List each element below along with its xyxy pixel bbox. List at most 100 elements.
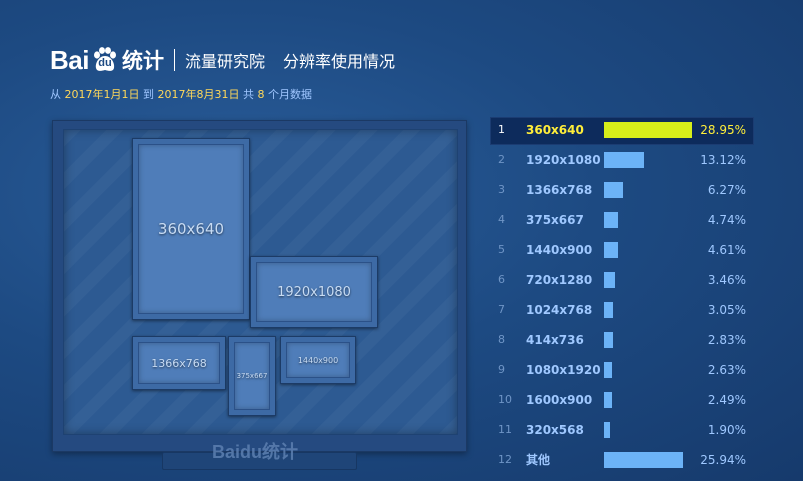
share-percent: 25.94% [700,453,746,467]
share-percent: 1.90% [707,423,746,437]
bar-track [604,122,692,138]
date-range: 从 2017年1月1日 到 2017年8月31日 共 8 个月数据 [50,86,312,102]
window-label: 375x667 [236,372,268,380]
header-divider [173,49,175,71]
ranking-row: 1 360x640 28.95% [488,115,784,145]
resolution-label: 1920x1080 [526,153,601,167]
resolution-label: 1600x900 [526,393,593,407]
resolution-label: 320x568 [526,423,584,437]
ranking-row: 7 1024x768 3.05% [488,295,784,325]
resolution-label: 720x1280 [526,273,593,287]
baidu-paw-icon: du [91,47,119,73]
share-percent: 6.27% [707,183,746,197]
baidu-watermark: Baidu统计 [212,442,299,462]
share-percent: 2.63% [707,363,746,377]
date-from-label: 从 [50,88,61,101]
rank-number: 3 [498,183,505,196]
rank-number: 11 [498,423,512,436]
share-percent: 4.74% [707,213,746,227]
rank-number: 10 [498,393,512,406]
share-bar [604,422,610,438]
window-label: 1366x768 [151,356,207,370]
window-1440x900: 1440x900 [280,336,356,384]
bar-track [604,182,692,198]
share-bar [604,212,618,228]
share-percent: 13.12% [700,153,746,167]
rank-number: 12 [498,453,512,466]
rank-number: 2 [498,153,505,166]
date-end: 2017年8月31日 [157,88,240,101]
share-bar [604,152,644,168]
rank-number: 6 [498,273,505,286]
bar-track [604,152,692,168]
share-bar [604,302,613,318]
share-percent: 3.05% [707,303,746,317]
resolution-label: 1080x1920 [526,363,601,377]
share-bar [604,392,612,408]
months-suffix: 个月数据 [268,88,312,101]
ranking-row: 6 720x1280 3.46% [488,265,784,295]
ranking-row: 10 1600x900 2.49% [488,385,784,415]
share-bar [604,452,683,468]
bar-track [604,302,692,318]
rank-number: 7 [498,303,505,316]
rank-number: 1 [498,123,505,136]
resolution-label: 360x640 [526,123,584,137]
baidu-du-text: du [98,57,112,69]
resolution-label: 414x736 [526,333,584,347]
date-start: 2017年1月1日 [64,88,140,101]
rank-number: 9 [498,363,505,376]
share-percent: 4.61% [707,243,746,257]
resolution-label: 1024x768 [526,303,593,317]
monitor-screen: 360x640 1920x1080 1366x768 375x667 1440x… [63,129,458,435]
share-bar [604,242,618,258]
ranking-row: 4 375x667 4.74% [488,205,784,235]
bar-track [604,242,692,258]
share-percent: 2.49% [707,393,746,407]
date-to-label: 到 [143,88,154,101]
share-bar [604,362,612,378]
rank-number: 5 [498,243,505,256]
resolution-ranking-chart: 1 360x640 28.95% 2 1920x1080 13.12% 3 1366x768 6… [488,115,784,475]
bar-track [604,452,692,468]
bar-track [604,212,692,228]
rank-number: 8 [498,333,505,346]
resolution-label: 其他 [526,453,551,467]
bar-track [604,392,692,408]
window-label: 360x640 [157,220,225,238]
share-percent: 2.83% [707,333,746,347]
resolution-label: 1366x768 [526,183,593,197]
baidu-logo-text: Bai [50,44,89,75]
monitor-illustration: 360x640 1920x1080 1366x768 375x667 1440x… [52,120,467,452]
bar-track [604,422,692,438]
ranking-row: 12 其他 25.94% [488,445,784,475]
share-percent: 3.46% [707,273,746,287]
ranking-row: 2 1920x1080 13.12% [488,145,784,175]
share-percent: 28.95% [700,123,746,137]
report-title: 分辨率使用情况 [282,52,395,71]
share-bar [604,272,615,288]
share-bar [604,332,613,348]
ranking-row: 11 320x568 1.90% [488,415,784,445]
window-1366x768: 1366x768 [132,336,226,390]
bar-track [604,362,692,378]
bar-track [604,272,692,288]
window-label: 1440x900 [297,355,339,365]
header: Bai du 统计 流量研究院 分辨率使用情况 [50,40,395,80]
ranking-row: 8 414x736 2.83% [488,325,784,355]
institute-name: 流量研究院 [184,52,265,71]
share-bar [604,182,623,198]
tongji-logo-text: 统计 [121,49,164,73]
month-count: 8 [257,88,265,101]
ranking-row: 3 1366x768 6.27% [488,175,784,205]
resolution-label: 375x667 [526,213,584,227]
rank-number: 4 [498,213,505,226]
ranking-row: 5 1440x900 4.61% [488,235,784,265]
resolution-label: 1440x900 [526,243,593,257]
share-bar [604,122,692,138]
total-label: 共 [243,88,254,101]
window-1920x1080: 1920x1080 [250,256,378,328]
window-360x640: 360x640 [132,138,250,320]
window-label: 1920x1080 [277,284,351,300]
bar-track [604,332,692,348]
